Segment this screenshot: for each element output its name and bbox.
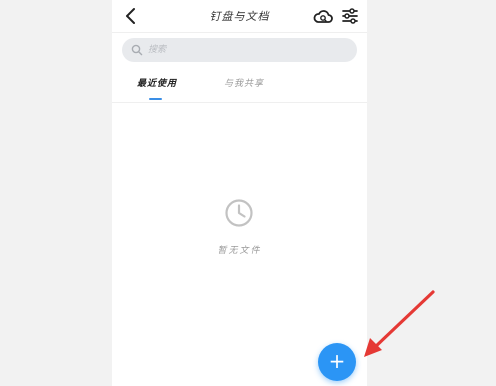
search-icon: [131, 44, 143, 56]
navigation-bar: 钉盘与文档: [112, 0, 367, 33]
empty-state-text: 暂无文件: [217, 246, 262, 256]
settings-button[interactable]: [341, 6, 359, 26]
back-button[interactable]: [122, 6, 140, 26]
plus-icon: +: [328, 349, 346, 373]
add-button[interactable]: +: [318, 343, 356, 381]
sliders-icon: [342, 8, 358, 24]
tab-recent[interactable]: 最近使用: [137, 76, 177, 89]
active-tab-indicator: [149, 98, 162, 100]
chevron-left-icon: [126, 8, 135, 24]
cloud-upload-button[interactable]: [312, 5, 334, 27]
empty-state-icon: [222, 196, 256, 230]
clock-icon: [225, 199, 253, 227]
search-bar[interactable]: [122, 38, 357, 62]
tab-shared-with-me[interactable]: 与我共享: [224, 76, 264, 89]
app-screen: 钉盘与文档 最近使用 与我共享: [112, 0, 367, 386]
cloud-icon: [313, 10, 333, 23]
annotation-arrow: [364, 290, 435, 357]
search-input[interactable]: [148, 41, 348, 59]
tab-bar: 最近使用 与我共享: [112, 70, 367, 103]
page-title: 钉盘与文档: [209, 10, 270, 23]
